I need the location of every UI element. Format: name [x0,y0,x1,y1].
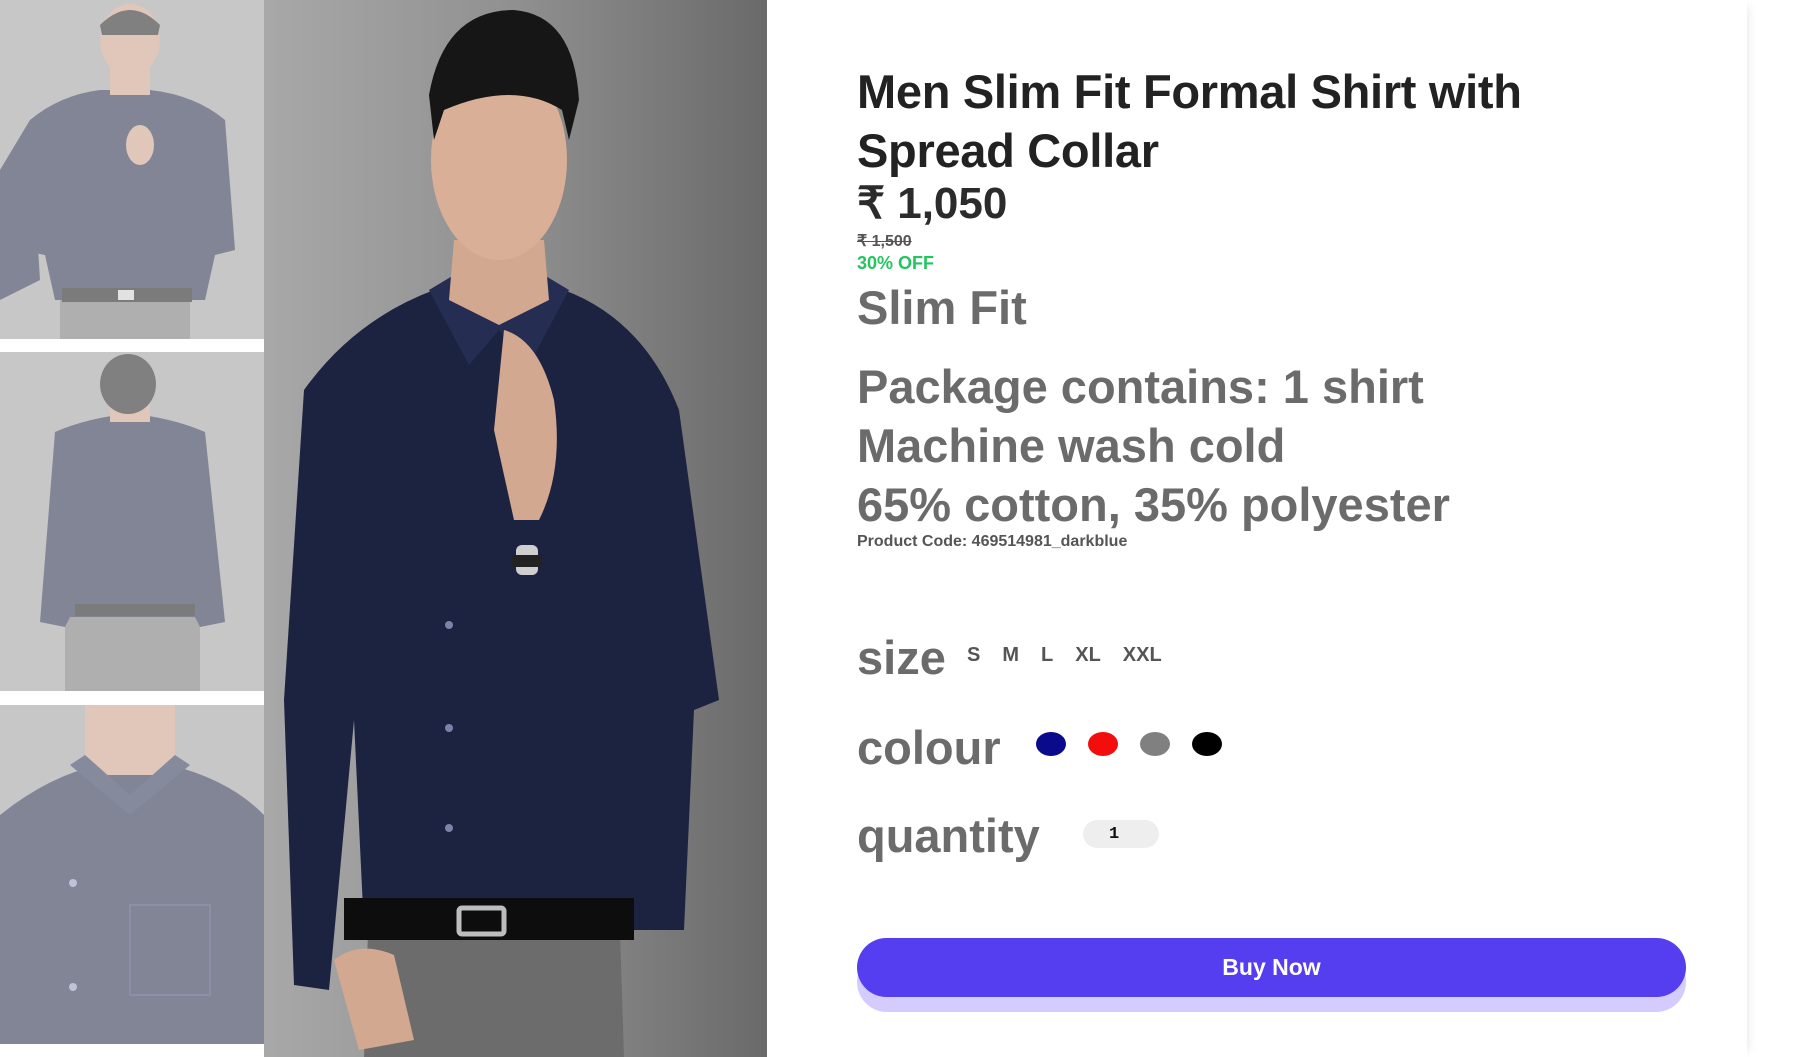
colour-swatch-navy[interactable] [1036,732,1066,756]
product-title: Men Slim Fit Formal Shirt with Spread Co… [857,65,1522,177]
size-option-m[interactable]: M [991,644,1030,667]
colour-swatch-black[interactable] [1192,732,1222,756]
main-product-image [264,0,767,1057]
colour-options [1036,732,1222,756]
original-price: ₹ 1,500 [857,233,912,250]
model-photo [264,0,767,1057]
thumbnail-back[interactable] [0,352,264,691]
feature-item: Machine wash cold [857,419,1286,472]
thumbnail-collar[interactable] [0,705,264,1044]
colour-swatch-grey[interactable] [1140,732,1170,756]
buy-now-button[interactable]: Buy Now [857,938,1686,997]
size-option-s[interactable]: S [967,644,991,667]
size-option-l[interactable]: L [1030,644,1064,667]
thumbnail-collar-image [0,705,264,1044]
feature-item: 65% cotton, 35% polyester [857,478,1450,531]
product-price: ₹ 1,050 [857,179,1008,228]
feature-list: Package contains: 1 shirt Machine wash c… [857,357,1450,534]
colour-label: colour [857,721,1001,774]
buy-button-wrapper: Buy Now [857,938,1686,1012]
product-details: Men Slim Fit Formal Shirt with Spread Co… [767,0,1747,1057]
quantity-input[interactable] [1083,820,1159,848]
thumbnail-front-image [0,0,264,339]
product-code: Product Code: 469514981_darkblue [857,533,1128,550]
fit-type: Slim Fit [857,281,1027,334]
size-options: S M L XL XXL [967,644,1173,667]
feature-item: Package contains: 1 shirt [857,360,1424,413]
size-option-xl[interactable]: XL [1064,644,1112,667]
thumbnail-front[interactable] [0,0,264,339]
colour-swatch-red[interactable] [1088,732,1118,756]
discount-badge: 30% OFF [857,253,935,273]
product-page: Men Slim Fit Formal Shirt with Spread Co… [0,0,1818,1057]
thumbnail-gallery [0,0,264,1057]
size-label: size [857,631,946,684]
thumbnail-back-image [0,352,264,691]
size-option-xxl[interactable]: XXL [1112,644,1173,667]
quantity-label: quantity [857,809,1040,862]
